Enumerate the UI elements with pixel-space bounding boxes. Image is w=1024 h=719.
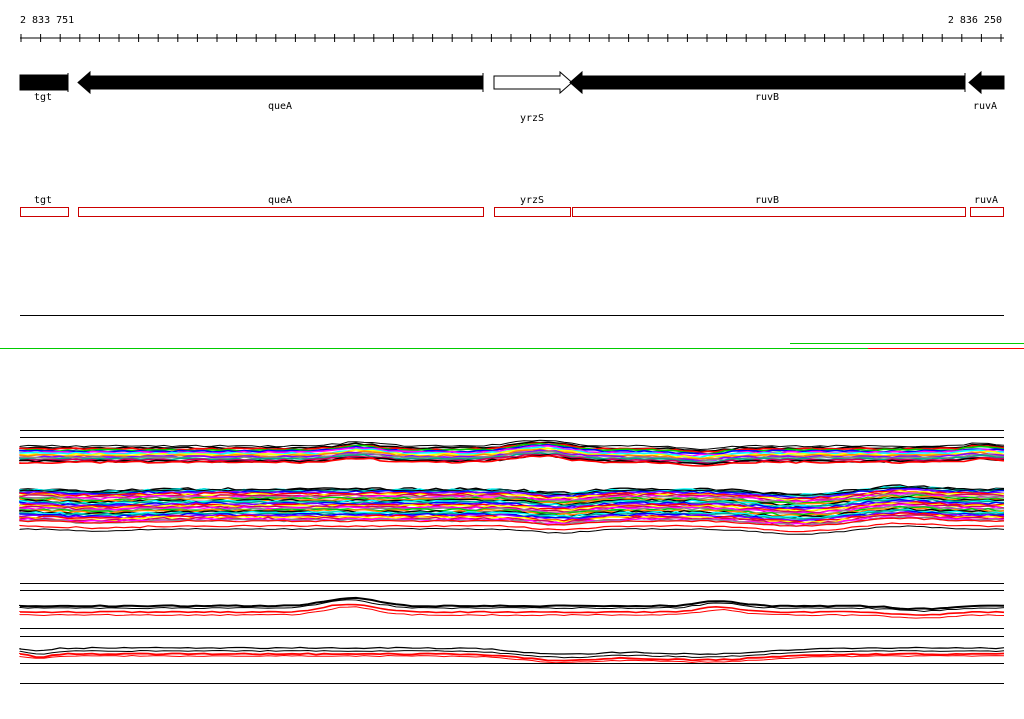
gene-arrow-yrzS[interactable] (493, 70, 573, 95)
ruler-end-label: 2 836 250 (948, 15, 1002, 26)
gene-arrow-ruvA[interactable] (968, 70, 1005, 95)
ruler-start-label: 2 833 751 (20, 15, 74, 26)
cds-box-tgt[interactable] (20, 207, 69, 217)
cds-label-yrzS: yrzS (520, 195, 544, 206)
gene-label-queA: queA (268, 101, 292, 112)
genome-canvas: 2 833 751 2 836 250 tgt queA yrzS ruvB r… (0, 15, 1024, 684)
cds-box-yrzS[interactable] (494, 207, 571, 217)
gene-label-tgt: tgt (34, 92, 52, 103)
cds-box-ruvA[interactable] (970, 207, 1004, 217)
cds-box-ruvB[interactable] (572, 207, 966, 217)
cds-label-tgt: tgt (34, 195, 52, 206)
gene-arrow-queA[interactable] (77, 70, 484, 95)
cds-box-queA[interactable] (78, 207, 484, 217)
cds-label-ruvB: ruvB (755, 195, 779, 206)
coordinate-ruler: 2 833 751 2 836 250 (20, 15, 1004, 42)
gene-label-yrzS: yrzS (520, 113, 544, 124)
genome-browser-view: 2 833 751 2 836 250 tgt queA yrzS ruvB r… (0, 0, 1024, 714)
cds-label-queA: queA (268, 195, 292, 206)
cds-label-ruvA: ruvA (974, 195, 998, 206)
expression-trace (19, 522, 1004, 533)
gene-arrow-ruvB[interactable] (569, 70, 966, 95)
expression-traces (19, 430, 1005, 684)
gene-arrow-tgt[interactable] (19, 74, 69, 91)
gene-label-ruvB: ruvB (755, 92, 779, 103)
gene-arrow-track: tgt queA yrzS ruvB ruvA (19, 70, 1005, 124)
cds-outline-track: tgt queA yrzS ruvB ruvA (20, 195, 1004, 217)
gene-label-ruvA: ruvA (973, 101, 997, 112)
